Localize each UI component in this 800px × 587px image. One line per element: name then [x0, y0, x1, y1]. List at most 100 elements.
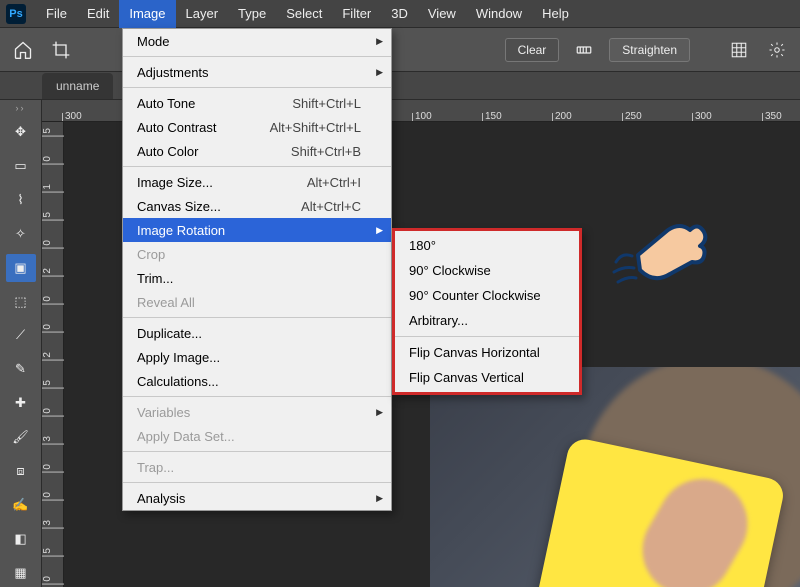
- menu-bar: Ps FileEditImageLayerTypeSelectFilter3DV…: [0, 0, 800, 28]
- menu-item-label: Apply Image...: [137, 350, 220, 365]
- menu-item-calculations[interactable]: Calculations...: [123, 369, 391, 393]
- canvas-image: [430, 367, 800, 587]
- ruler-tick: 3: [42, 520, 64, 529]
- menu-item-label: 180°: [409, 238, 436, 253]
- crop-icon[interactable]: [48, 37, 74, 63]
- menu-item-label: Reveal All: [137, 295, 195, 310]
- menu-item-arbitrary[interactable]: Arbitrary...: [395, 308, 579, 333]
- vertical-ruler: 50150200250300350: [42, 122, 64, 587]
- ruler-tick: 0: [42, 492, 64, 501]
- ruler-tick: 300: [62, 113, 82, 121]
- menu-item-crop: Crop: [123, 242, 391, 266]
- menu-item-label: Apply Data Set...: [137, 429, 235, 444]
- menu-item-flip-canvas-horizontal[interactable]: Flip Canvas Horizontal: [395, 340, 579, 365]
- menu-item-analysis[interactable]: Analysis: [123, 486, 391, 510]
- menu-item-label: Auto Tone: [137, 96, 195, 111]
- app-logo: Ps: [6, 4, 26, 24]
- ruler-tick: 5: [42, 380, 64, 389]
- gear-icon[interactable]: [764, 37, 790, 63]
- menu-type[interactable]: Type: [228, 0, 276, 28]
- menu-item-label: Variables: [137, 405, 190, 420]
- ruler-tick: 1: [42, 184, 64, 193]
- ruler-tick: 0: [42, 156, 64, 165]
- menu-item-auto-color[interactable]: Auto ColorShift+Ctrl+B: [123, 139, 391, 163]
- menu-filter[interactable]: Filter: [332, 0, 381, 28]
- image-rotation-submenu: 180° 90° Clockwise 90° Counter ClockwiseAr…: [392, 228, 582, 395]
- menu-item-duplicate[interactable]: Duplicate...: [123, 321, 391, 345]
- menu-item-90-counter-clockwise[interactable]: 90° Counter Clockwise: [395, 283, 579, 308]
- menu-item-shortcut: Shift+Ctrl+B: [267, 144, 361, 159]
- menu-item-trap: Trap...: [123, 455, 391, 479]
- menu-item-adjustments[interactable]: Adjustments: [123, 60, 391, 84]
- crop-tool[interactable]: ▣: [6, 254, 36, 282]
- menu-3d[interactable]: 3D: [381, 0, 418, 28]
- menu-item-canvas-size[interactable]: Canvas Size...Alt+Ctrl+C: [123, 194, 391, 218]
- ruler-tick: 0: [42, 576, 64, 585]
- frame-tool[interactable]: ⬚: [6, 288, 36, 316]
- straighten-button[interactable]: Straighten: [609, 38, 690, 62]
- clone-stamp-tool[interactable]: ⧈: [6, 457, 36, 485]
- menu-item-image-rotation[interactable]: Image Rotation: [123, 218, 391, 242]
- document-tab[interactable]: unname: [42, 73, 113, 99]
- menu-item-label: Image Size...: [137, 175, 213, 190]
- menu-item-shortcut: Shift+Ctrl+L: [268, 96, 361, 111]
- ruler-tick: 2: [42, 268, 64, 277]
- clear-button[interactable]: Clear: [505, 38, 560, 62]
- marquee-tool[interactable]: ▭: [6, 152, 36, 180]
- menu-item-flip-canvas-vertical[interactable]: Flip Canvas Vertical: [395, 365, 579, 390]
- menu-layer[interactable]: Layer: [176, 0, 229, 28]
- history-brush-tool[interactable]: ✍: [6, 491, 36, 519]
- eyedropper-tool[interactable]: ✎: [6, 355, 36, 383]
- menu-item-apply-data-set: Apply Data Set...: [123, 424, 391, 448]
- menu-item-180[interactable]: 180°: [395, 233, 579, 258]
- menu-select[interactable]: Select: [276, 0, 332, 28]
- magic-wand-tool[interactable]: ✧: [6, 220, 36, 248]
- tool-strip: ›› ✥ ▭ ⌇ ✧ ▣ ⬚ ⟋ ✎ ✚ 🖌 ⧈ ✍ ◧ ▦: [0, 100, 42, 587]
- menu-item-auto-tone[interactable]: Auto Tone Shift+Ctrl+L: [123, 91, 391, 115]
- ruler-tick: 250: [622, 113, 642, 121]
- menu-help[interactable]: Help: [532, 0, 579, 28]
- grid-icon[interactable]: [726, 37, 752, 63]
- ruler-tool[interactable]: ⟋: [6, 322, 36, 350]
- menu-item-variables: Variables: [123, 400, 391, 424]
- ruler-tick: 0: [42, 296, 64, 305]
- move-tool[interactable]: ✥: [6, 118, 36, 146]
- menu-image[interactable]: Image: [119, 0, 175, 28]
- ruler-tick: 150: [482, 113, 502, 121]
- menu-item-90-clockwise[interactable]: 90° Clockwise: [395, 258, 579, 283]
- brush-tool[interactable]: 🖌: [6, 423, 36, 451]
- menu-window[interactable]: Window: [466, 0, 532, 28]
- menu-item-apply-image[interactable]: Apply Image...: [123, 345, 391, 369]
- menu-item-label: Adjustments: [137, 65, 209, 80]
- straighten-icon[interactable]: [571, 37, 597, 63]
- gradient-tool[interactable]: ▦: [6, 559, 36, 587]
- ruler-tick: 0: [42, 464, 64, 473]
- eraser-tool[interactable]: ◧: [6, 525, 36, 553]
- panel-handle-icon[interactable]: ››: [11, 106, 31, 112]
- ruler-tick: 200: [552, 113, 572, 121]
- menu-file[interactable]: File: [36, 0, 77, 28]
- home-icon[interactable]: [10, 37, 36, 63]
- healing-brush-tool[interactable]: ✚: [6, 389, 36, 417]
- menu-item-mode[interactable]: Mode: [123, 29, 391, 53]
- lasso-tool[interactable]: ⌇: [6, 186, 36, 214]
- menu-item-shortcut: Alt+Shift+Ctrl+L: [246, 120, 361, 135]
- ruler-tick: 2: [42, 352, 64, 361]
- menu-item-shortcut: Alt+Ctrl+C: [277, 199, 361, 214]
- menu-item-image-size[interactable]: Image Size...Alt+Ctrl+I: [123, 170, 391, 194]
- ruler-tick: 5: [42, 212, 64, 221]
- menu-item-trim[interactable]: Trim...: [123, 266, 391, 290]
- menu-item-auto-contrast[interactable]: Auto Contrast Alt+Shift+Ctrl+L: [123, 115, 391, 139]
- menu-item-reveal-all: Reveal All: [123, 290, 391, 314]
- menu-item-label: Duplicate...: [137, 326, 202, 341]
- ruler-tick: 100: [412, 113, 432, 121]
- image-menu-dropdown: ModeAdjustmentsAuto ToneShift+Ctrl+LAuto…: [122, 28, 392, 511]
- menu-item-label: Auto Contrast: [137, 120, 217, 135]
- menu-item-label: Trim...: [137, 271, 173, 286]
- menu-item-label: Flip Canvas Vertical: [409, 370, 524, 385]
- ruler-tick: 0: [42, 324, 64, 333]
- menu-edit[interactable]: Edit: [77, 0, 119, 28]
- menu-item-label: 90° Clockwise: [409, 263, 491, 278]
- ruler-tick: 350: [762, 113, 782, 121]
- menu-view[interactable]: View: [418, 0, 466, 28]
